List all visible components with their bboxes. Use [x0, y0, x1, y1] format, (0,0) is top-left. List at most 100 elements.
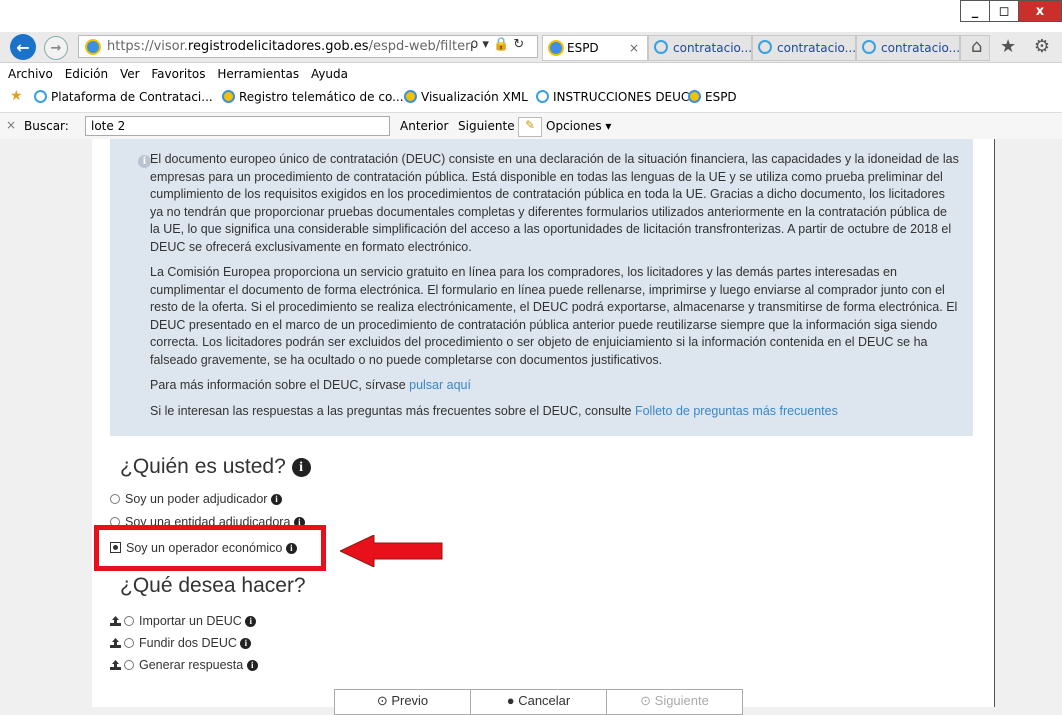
close-button[interactable]: x: [1018, 0, 1062, 22]
find-previous-button[interactable]: Anterior: [400, 119, 448, 133]
radio-icon[interactable]: [124, 638, 134, 648]
power-icon: [862, 40, 876, 54]
who-heading-text: ¿Quién es usted?: [120, 455, 286, 478]
ie-icon: [688, 90, 701, 103]
menu-archivo[interactable]: Archivo: [8, 67, 53, 81]
radio-label: Generar respuesta: [139, 658, 244, 672]
menu-bar: Archivo Edición Ver Favoritos Herramient…: [0, 63, 1062, 85]
favorites-star-icon[interactable]: ★: [10, 88, 23, 104]
favorite-label: INSTRUCCIONES DEUC: [553, 90, 690, 104]
ie-icon: [404, 90, 417, 103]
radio-label: Soy un poder adjudicador: [125, 492, 268, 506]
tab-contratacion-3[interactable]: contratacio...: [856, 35, 960, 61]
address-bar[interactable]: https://visor.registrodelicitadores.gob.…: [78, 35, 538, 58]
ie-icon: [85, 39, 101, 55]
favorite-label: ESPD: [705, 90, 737, 104]
menu-edicion[interactable]: Edición: [65, 67, 108, 81]
find-input[interactable]: lote 2: [85, 116, 390, 136]
menu-herramientas[interactable]: Herramientas: [217, 67, 299, 81]
tab-label: contratacio...: [777, 41, 856, 55]
option-generar[interactable]: Generar respuesta i: [110, 658, 258, 672]
find-bar: × Buscar: lote 2 Anterior Siguiente ✎ Op…: [0, 112, 1062, 141]
radio-label: Importar un DEUC: [139, 614, 242, 628]
ie-icon: [222, 90, 235, 103]
option-importar[interactable]: Importar un DEUC i: [110, 614, 257, 628]
favorite-label: Registro telemático de co...: [239, 90, 404, 104]
forward-button[interactable]: →: [44, 36, 68, 60]
favorite-item[interactable]: Plataforma de Contrataci...: [34, 90, 213, 104]
power-icon: [758, 40, 772, 54]
what-heading: ¿Qué desea hacer?: [120, 574, 306, 597]
menu-ver[interactable]: Ver: [120, 67, 140, 81]
tab-label: contratacio...: [881, 41, 960, 55]
previous-button[interactable]: ⊙ Previo: [334, 689, 471, 715]
info-paragraph-4: Si le interesan las respuestas a las pre…: [150, 403, 960, 421]
tab-contratacion-1[interactable]: contratacio...: [648, 35, 752, 61]
favorite-item[interactable]: INSTRUCCIONES DEUC: [536, 90, 689, 104]
info-paragraph-1: El documento europeo único de contrataci…: [150, 152, 959, 254]
upload-icon: [110, 616, 121, 626]
navigation-row: ← → https://visor.registrodelicitadores.…: [0, 32, 1062, 63]
upload-icon: [110, 660, 121, 670]
highlight-box: [94, 525, 326, 571]
tab-espd[interactable]: ESPD ×: [542, 35, 648, 61]
arrow-right-icon: →: [50, 40, 62, 56]
radio-poder-adjudicador[interactable]: Soy un poder adjudicador i: [110, 492, 282, 506]
restore-button[interactable]: ◻: [989, 0, 1019, 22]
info-badge-icon[interactable]: i: [245, 616, 257, 628]
more-info-link[interactable]: pulsar aquí: [409, 378, 471, 392]
favorite-label: Plataforma de Contrataci...: [51, 90, 213, 104]
tab-contratacion-2[interactable]: contratacio...: [752, 35, 856, 61]
back-button[interactable]: ←: [10, 34, 36, 60]
info-paragraph-2: La Comisión Europea proporciona un servi…: [150, 265, 958, 367]
favorites-bar: ★ Plataforma de Contrataci... Registro t…: [0, 85, 1062, 111]
home-favorites-tools-icons[interactable]: ⌂ ★ ⚙: [971, 36, 1056, 57]
info-text: Para más información sobre el DEUC, sírv…: [150, 378, 410, 392]
cancel-button[interactable]: ● Cancelar: [470, 689, 607, 715]
info-badge-icon[interactable]: i: [240, 638, 252, 650]
next-button[interactable]: ⊙ Siguiente: [606, 689, 743, 715]
url-path: /espd-web/filter: [368, 39, 471, 54]
wizard-buttons: ⊙ Previo ● Cancelar ⊙ Siguiente: [334, 689, 743, 715]
upload-icon: [110, 638, 121, 648]
power-icon: [34, 90, 47, 103]
power-icon: [654, 40, 668, 54]
arrow-left-icon: ←: [16, 37, 30, 57]
radio-icon[interactable]: [124, 660, 134, 670]
page-margin-right: [994, 139, 1062, 707]
favorite-item[interactable]: ESPD: [688, 90, 737, 104]
address-controls[interactable]: ρ ▾ 🔒 ↻: [470, 37, 524, 52]
power-icon: [536, 90, 549, 103]
menu-ayuda[interactable]: Ayuda: [311, 67, 348, 81]
red-arrow-icon: [340, 535, 443, 567]
option-fundir[interactable]: Fundir dos DEUC i: [110, 636, 252, 650]
info-icon: i: [138, 155, 151, 168]
who-heading: ¿Quién es usted? i: [120, 455, 311, 479]
info-text: Si le interesan las respuestas a las pre…: [150, 404, 635, 418]
info-badge-icon[interactable]: i: [291, 457, 311, 477]
close-tab-icon[interactable]: ×: [629, 36, 639, 60]
info-badge-icon[interactable]: i: [246, 660, 258, 672]
find-label: Buscar:: [24, 119, 69, 133]
favorite-item[interactable]: Registro telemático de co...: [222, 90, 404, 104]
tab-label: contratacio...: [673, 41, 752, 55]
pencil-icon[interactable]: ✎: [518, 117, 542, 137]
find-options-button[interactable]: Opciones ▾: [546, 119, 611, 133]
radio-label: Fundir dos DEUC: [139, 636, 237, 650]
page-margin-left: [0, 139, 92, 707]
info-badge-icon[interactable]: i: [270, 494, 282, 506]
radio-icon[interactable]: [110, 494, 120, 504]
faq-link[interactable]: Folleto de preguntas más frecuentes: [635, 404, 838, 418]
radio-icon[interactable]: [124, 616, 134, 626]
menu-favoritos[interactable]: Favoritos: [151, 67, 205, 81]
favorite-label: Visualización XML: [421, 90, 528, 104]
info-paragraph-3: Para más información sobre el DEUC, sírv…: [150, 377, 960, 395]
url-prefix: https://visor.: [107, 39, 188, 54]
favorite-item[interactable]: Visualización XML: [404, 90, 528, 104]
close-find-icon[interactable]: ×: [6, 118, 16, 132]
find-next-button[interactable]: Siguiente: [458, 119, 515, 133]
info-panel: El documento europeo único de contrataci…: [110, 139, 973, 436]
window-controls: _ ◻ x: [960, 0, 1062, 24]
url-host: registrodelicitadores.gob.es: [187, 39, 369, 54]
minimize-button[interactable]: _: [960, 0, 990, 22]
